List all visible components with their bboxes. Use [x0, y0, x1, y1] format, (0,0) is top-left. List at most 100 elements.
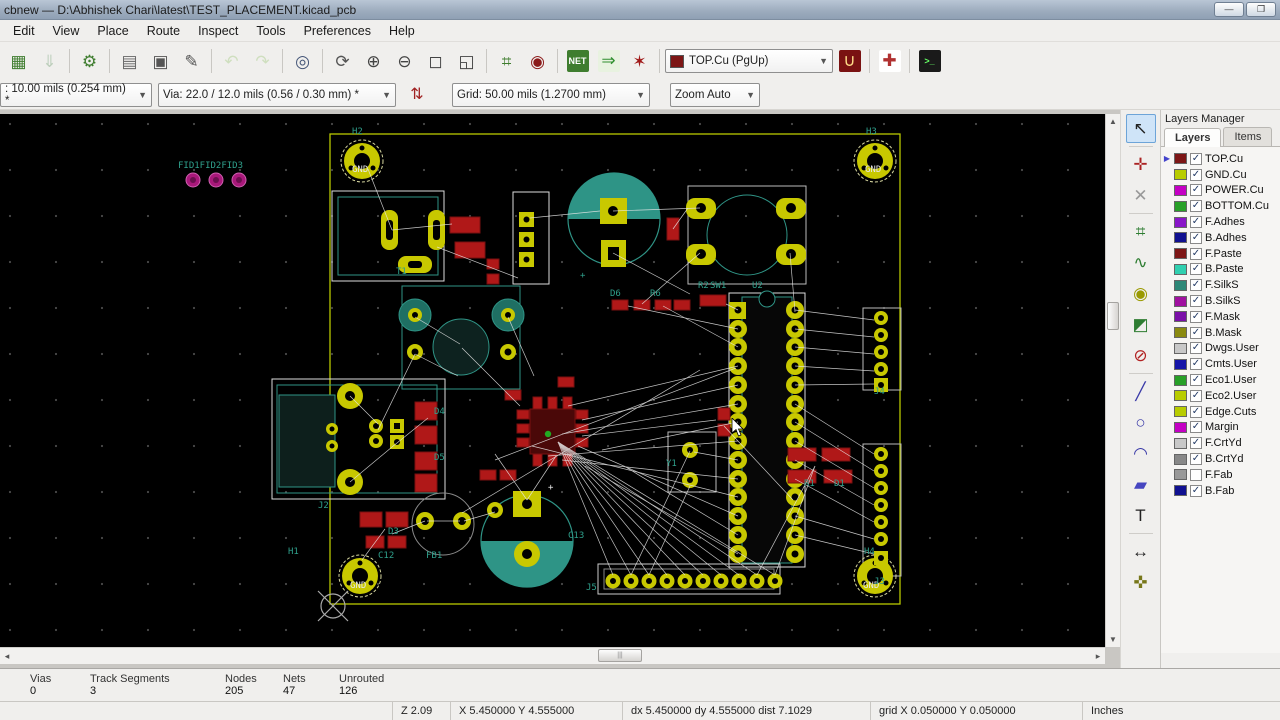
layer-color-swatch[interactable]: [1174, 390, 1187, 401]
select-tool-button[interactable]: ↖: [1126, 114, 1156, 143]
scroll-right-icon[interactable]: ▸: [1091, 648, 1105, 664]
layer-visibility-checkbox[interactable]: ✓: [1190, 232, 1202, 244]
tab-items[interactable]: Items: [1223, 127, 1272, 146]
pcb-canvas[interactable]: FID1FID2FID3H2H3H1H4GNDGNDGNDGNDSW1U2J4J…: [0, 114, 1105, 647]
refresh-button[interactable]: ⟳: [328, 47, 357, 76]
print-button[interactable]: ▣: [146, 47, 175, 76]
layer-visibility-checkbox[interactable]: ✓: [1190, 342, 1202, 354]
horizontal-scrollbar[interactable]: ◂ ||| ▸: [0, 647, 1105, 664]
layer-color-swatch[interactable]: [1174, 280, 1187, 291]
layer-color-swatch[interactable]: [1174, 264, 1187, 275]
add-polygon-button[interactable]: ▰: [1126, 470, 1156, 499]
add-keepout-button[interactable]: ⊘: [1126, 341, 1156, 370]
layer-color-swatch[interactable]: [1174, 296, 1187, 307]
layer-visibility-checkbox[interactable]: ✓: [1190, 184, 1202, 196]
footprint-viewer-button[interactable]: ◉: [523, 47, 552, 76]
add-line-button[interactable]: ╱: [1126, 377, 1156, 406]
layer-visibility-checkbox[interactable]: ✓: [1190, 406, 1202, 418]
track-width-select[interactable]: : 10.00 mils (0.254 mm) * ▼: [0, 83, 152, 107]
auto-track-width-button[interactable]: ⇅: [402, 82, 432, 108]
exchange-via-button[interactable]: ∪: [835, 47, 864, 76]
layer-row-f-adhes[interactable]: ✓F.Adhes: [1163, 214, 1280, 230]
menu-item-preferences[interactable]: Preferences: [295, 22, 380, 40]
layer-color-swatch[interactable]: [1174, 485, 1187, 496]
active-layer-select[interactable]: TOP.Cu (PgUp)▼: [665, 49, 833, 73]
add-footprint-button[interactable]: ⌗: [1126, 217, 1156, 246]
scroll-up-icon[interactable]: ▲: [1106, 114, 1120, 129]
layer-row-b-paste[interactable]: ✓B.Paste: [1163, 262, 1280, 278]
scroll-down-icon[interactable]: ▼: [1106, 632, 1120, 647]
layer-row-power-cu[interactable]: ✓POWER.Cu: [1163, 183, 1280, 199]
update-pcb-button[interactable]: ⇒: [594, 47, 623, 76]
layer-color-swatch[interactable]: [1174, 232, 1187, 243]
layer-color-swatch[interactable]: [1174, 375, 1187, 386]
layer-row-b-adhes[interactable]: ✓B.Adhes: [1163, 230, 1280, 246]
page-settings-button[interactable]: ▤: [115, 47, 144, 76]
add-circle-button[interactable]: ○: [1126, 408, 1156, 437]
layer-visibility-checkbox[interactable]: ✓: [1190, 216, 1202, 228]
menu-item-route[interactable]: Route: [138, 22, 189, 40]
layer-visibility-checkbox[interactable]: ✓: [1190, 263, 1202, 275]
layer-visibility-checkbox[interactable]: ✓: [1190, 279, 1202, 291]
drc-button[interactable]: ✶: [625, 47, 654, 76]
layer-visibility-checkbox[interactable]: ✓: [1190, 169, 1202, 181]
menu-item-tools[interactable]: Tools: [247, 22, 294, 40]
layer-color-swatch[interactable]: [1174, 248, 1187, 259]
layer-visibility-checkbox[interactable]: ✓: [1190, 153, 1202, 165]
layer-row-f-paste[interactable]: ✓F.Paste: [1163, 246, 1280, 262]
restore-button[interactable]: ❐: [1246, 2, 1276, 17]
zoom-fit-button[interactable]: ◻: [421, 47, 450, 76]
layer-row-edge-cuts[interactable]: ✓Edge.Cuts: [1163, 404, 1280, 420]
add-arc-button[interactable]: ◠: [1126, 439, 1156, 468]
ratsnest-button[interactable]: ✕: [1126, 181, 1156, 210]
place-origin-button[interactable]: ✜: [1126, 568, 1156, 597]
layer-visibility-checkbox[interactable]: ✓: [1190, 374, 1202, 386]
add-zone-button[interactable]: ◩: [1126, 310, 1156, 339]
layer-row-b-silks[interactable]: ✓B.SilkS: [1163, 293, 1280, 309]
layer-row-b-crtyd[interactable]: ✓B.CrtYd: [1163, 451, 1280, 467]
layer-visibility-checkbox[interactable]: ✓: [1190, 311, 1202, 323]
board-setup-button[interactable]: ⚙: [75, 47, 104, 76]
via-size-select[interactable]: Via: 22.0 / 12.0 mils (0.56 / 0.30 mm) *…: [158, 83, 396, 107]
zoom-selection-button[interactable]: ◱: [452, 47, 481, 76]
menu-item-edit[interactable]: Edit: [4, 22, 44, 40]
layer-row-f-mask[interactable]: ✓F.Mask: [1163, 309, 1280, 325]
menu-item-place[interactable]: Place: [88, 22, 137, 40]
layer-visibility-checkbox[interactable]: ✓: [1190, 248, 1202, 260]
layer-visibility-checkbox[interactable]: ✓: [1190, 453, 1202, 465]
layer-row-eco2-user[interactable]: ✓Eco2.User: [1163, 388, 1280, 404]
menu-item-inspect[interactable]: Inspect: [189, 22, 247, 40]
layer-color-swatch[interactable]: [1174, 438, 1187, 449]
layer-row-b-fab[interactable]: ✓B.Fab: [1163, 483, 1280, 499]
plot-button[interactable]: ✎: [177, 47, 206, 76]
layer-color-swatch[interactable]: [1174, 422, 1187, 433]
tab-layers[interactable]: Layers: [1164, 128, 1221, 147]
layer-color-swatch[interactable]: [1174, 311, 1187, 322]
layer-row-dwgs-user[interactable]: ✓Dwgs.User: [1163, 341, 1280, 357]
layer-visibility-checkbox[interactable]: ✓: [1190, 200, 1202, 212]
layer-visibility-checkbox[interactable]: ✓: [1190, 390, 1202, 402]
find-button[interactable]: ◎: [288, 47, 317, 76]
layer-visibility-checkbox[interactable]: ✓: [1190, 358, 1202, 370]
menu-item-help[interactable]: Help: [380, 22, 424, 40]
layer-row-margin[interactable]: ✓Margin: [1163, 420, 1280, 436]
layer-row-f-fab[interactable]: F.Fab: [1163, 467, 1280, 483]
layer-color-swatch[interactable]: [1174, 406, 1187, 417]
layer-color-swatch[interactable]: [1174, 343, 1187, 354]
layer-row-cmts-user[interactable]: ✓Cmts.User: [1163, 356, 1280, 372]
layer-color-swatch[interactable]: [1174, 469, 1187, 480]
zoom-select[interactable]: Zoom Auto ▼: [670, 83, 760, 107]
layer-color-swatch[interactable]: [1174, 201, 1187, 212]
layer-row-f-crtyd[interactable]: ✓F.CrtYd: [1163, 435, 1280, 451]
vertical-scrollbar[interactable]: ▲ ▼: [1105, 114, 1120, 647]
footprint-editor-button[interactable]: ⌗: [492, 47, 521, 76]
scripting-console-button[interactable]: >_: [915, 47, 944, 76]
menu-item-view[interactable]: View: [44, 22, 89, 40]
layer-visibility-checkbox[interactable]: [1190, 469, 1202, 481]
zoom-out-button[interactable]: ⊖: [390, 47, 419, 76]
netlist-button[interactable]: NET: [563, 47, 592, 76]
layer-visibility-checkbox[interactable]: ✓: [1190, 421, 1202, 433]
route-tracks-button[interactable]: ∿: [1126, 248, 1156, 277]
layer-visibility-checkbox[interactable]: ✓: [1190, 327, 1202, 339]
zoom-in-button[interactable]: ⊕: [359, 47, 388, 76]
